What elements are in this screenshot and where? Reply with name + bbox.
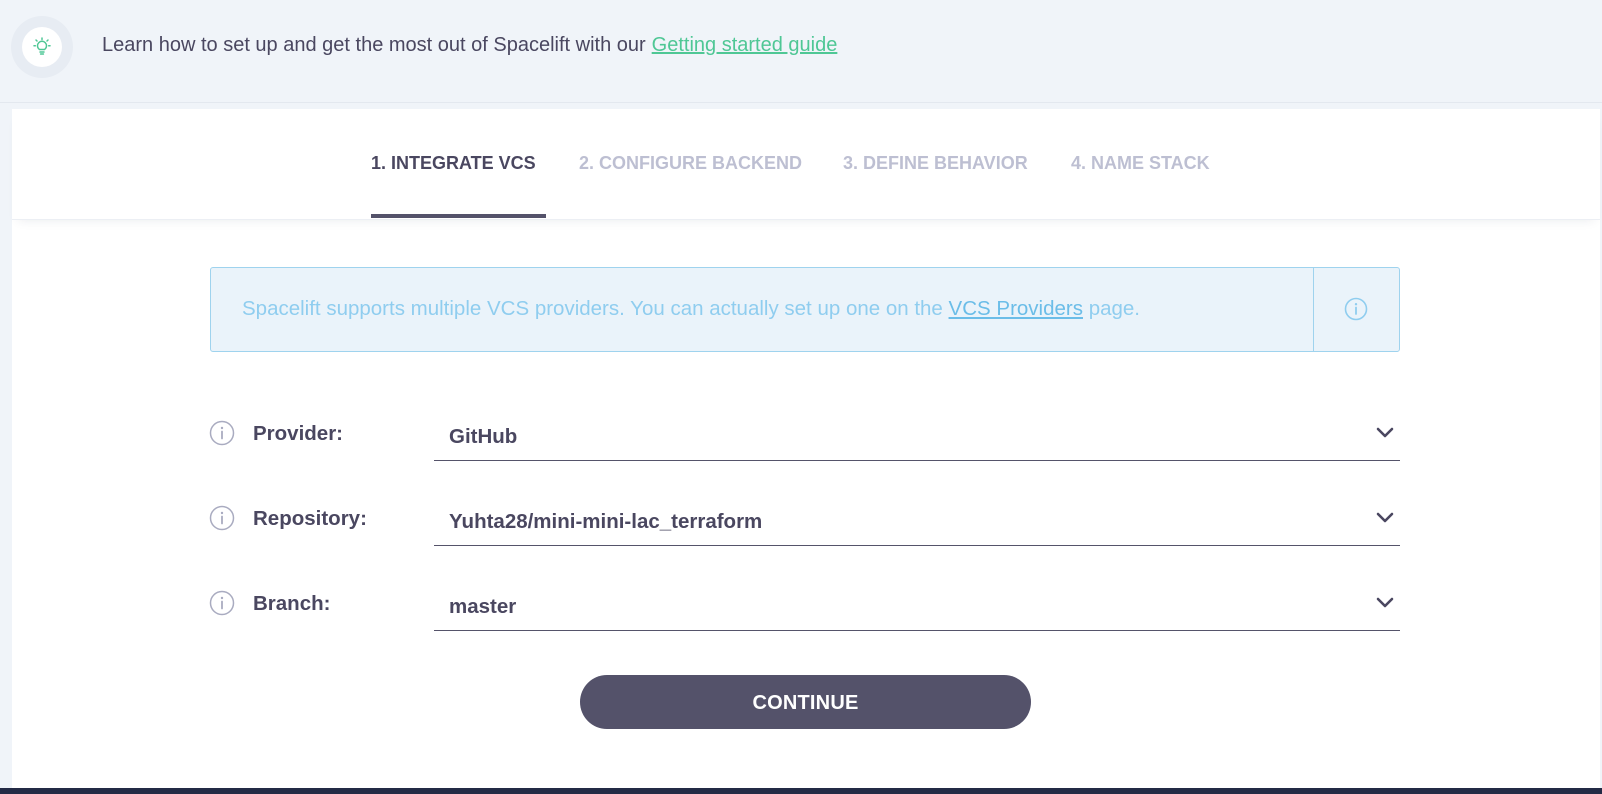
- info-icon: [1344, 297, 1368, 321]
- tab-name-stack[interactable]: 4. NAME STACK: [1071, 153, 1210, 174]
- info-message: Spacelift supports multiple VCS provider…: [242, 297, 1140, 321]
- chevron-down-icon: [1376, 427, 1394, 438]
- info-text-after: page.: [1088, 297, 1140, 320]
- repository-select[interactable]: Yuhta28/mini-mini-lac_terraform: [434, 496, 1400, 546]
- chevron-down-icon: [1376, 512, 1394, 523]
- provider-select[interactable]: GitHub: [434, 411, 1400, 461]
- banner-text: Learn how to set up and get the most out…: [102, 34, 646, 56]
- info-text-before: Spacelift supports multiple VCS provider…: [242, 297, 943, 320]
- branch-select[interactable]: master: [434, 581, 1400, 631]
- repository-help-icon[interactable]: [209, 505, 235, 531]
- active-tab-indicator: [371, 214, 546, 218]
- lightbulb-icon: [33, 37, 51, 55]
- vcs-info-callout: Spacelift supports multiple VCS provider…: [210, 267, 1400, 352]
- lightbulb-badge: [11, 16, 73, 78]
- tab-integrate-vcs[interactable]: 1. INTEGRATE VCS: [371, 153, 536, 174]
- chevron-down-icon: [1376, 597, 1394, 608]
- provider-help-icon[interactable]: [209, 420, 235, 446]
- bottom-bar: [0, 788, 1602, 794]
- banner-message: Learn how to set up and get the most out…: [102, 34, 837, 57]
- repository-value: Yuhta28/mini-mini-lac_terraform: [449, 510, 763, 533]
- vcs-providers-link[interactable]: VCS Providers: [949, 297, 1083, 320]
- create-stack-panel: 1. INTEGRATE VCS 2. CONFIGURE BACKEND 3.…: [12, 109, 1600, 794]
- branch-label: Branch:: [253, 592, 331, 615]
- tab-define-behavior[interactable]: 3. DEFINE BEHAVIOR: [843, 153, 1028, 174]
- repository-label: Repository:: [253, 507, 367, 530]
- branch-value: master: [449, 595, 517, 618]
- tab-configure-backend[interactable]: 2. CONFIGURE BACKEND: [579, 153, 802, 174]
- branch-help-icon[interactable]: [209, 590, 235, 616]
- continue-button[interactable]: CONTINUE: [580, 675, 1031, 729]
- provider-value: GitHub: [449, 425, 518, 448]
- provider-label: Provider:: [253, 422, 343, 445]
- onboarding-banner: Learn how to set up and get the most out…: [0, 0, 1602, 103]
- info-icon-panel: [1313, 268, 1399, 351]
- getting-started-link[interactable]: Getting started guide: [652, 34, 838, 56]
- wizard-steps: 1. INTEGRATE VCS 2. CONFIGURE BACKEND 3.…: [12, 109, 1600, 220]
